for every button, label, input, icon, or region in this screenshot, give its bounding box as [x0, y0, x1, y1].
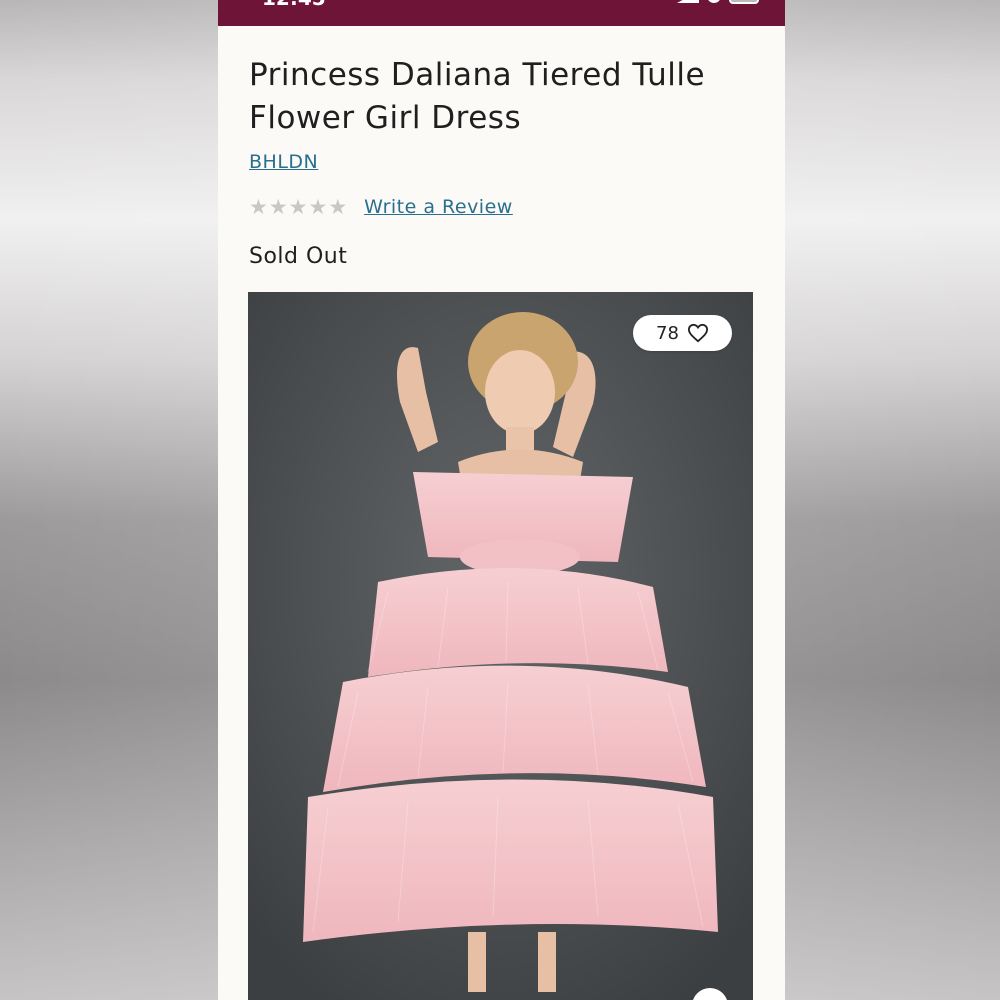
brand-link[interactable]: BHLDN: [249, 151, 318, 173]
rating-row: ★ ★ ★ ★ ★ Write a Review: [249, 195, 513, 219]
signal-icon: [677, 0, 699, 3]
background-blur-left: [0, 0, 218, 1000]
heart-icon: [687, 323, 708, 343]
favorite-count: 78: [656, 322, 679, 344]
battery-icon: [729, 0, 759, 4]
favorite-button[interactable]: 78: [633, 315, 732, 351]
status-bar: 12:45: [218, 0, 785, 26]
product-title: Princess Daliana Tiered Tulle Flower Gir…: [249, 57, 706, 136]
write-review-link[interactable]: Write a Review: [364, 196, 513, 218]
star-rating: ★ ★ ★ ★ ★: [249, 195, 347, 219]
phone-screen: 12:45 Princess Daliana Tiered Tulle Flow…: [218, 0, 785, 1000]
dress-photo: [248, 292, 753, 1000]
background-blur-right: [782, 0, 1000, 1000]
product-image[interactable]: 78: [248, 292, 753, 1000]
star-icon: ★: [288, 195, 308, 219]
star-icon: ★: [249, 195, 268, 219]
star-icon: ★: [268, 195, 288, 219]
wifi-icon: [707, 0, 721, 3]
star-icon: ★: [308, 195, 328, 219]
status-time: 12:45: [262, 0, 326, 10]
status-icons: [677, 0, 759, 4]
star-icon: ★: [328, 195, 348, 219]
availability-status: Sold Out: [249, 244, 348, 269]
